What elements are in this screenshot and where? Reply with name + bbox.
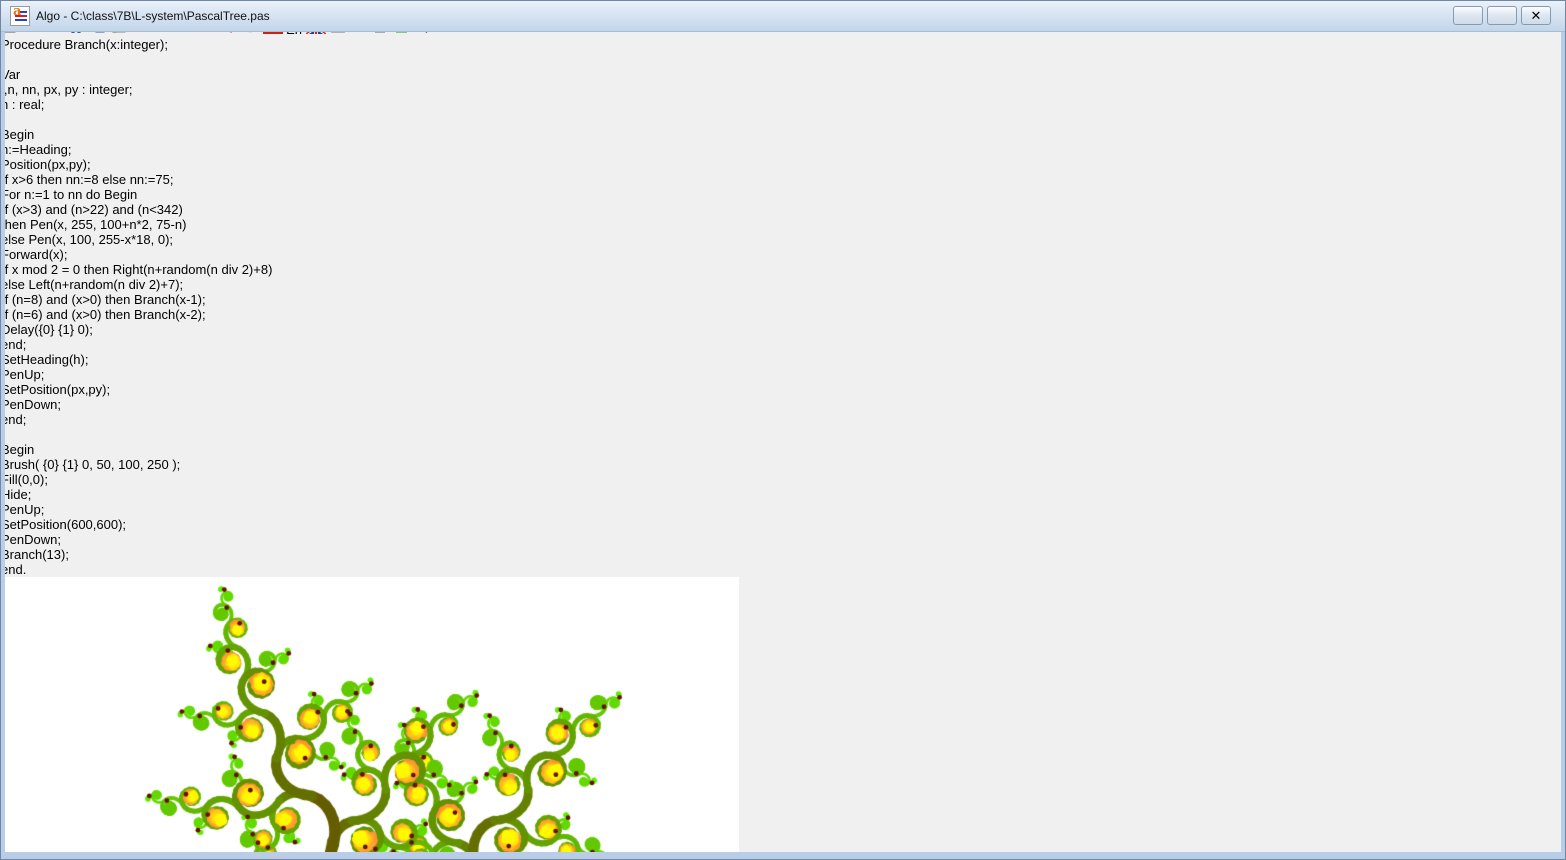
- code-line: If (x>3) and (n>22) and (n<342): [1, 202, 1565, 217]
- minimize-button[interactable]: [1453, 6, 1483, 25]
- app-window: a Algo - C:\class\7B\L-system\PascalTree…: [0, 0, 1566, 860]
- code-line: h : real;: [1, 97, 1565, 112]
- code-line: end.: [1, 562, 1565, 577]
- code-line: Position(px,py);: [1, 157, 1565, 172]
- code-line: else Left(n+random(n div 2)+7);: [1, 277, 1565, 292]
- code-line: PenDown;: [1, 532, 1565, 547]
- window-frame: [1, 31, 5, 859]
- close-button[interactable]: ✕: [1521, 6, 1551, 25]
- window-title: Algo - C:\class\7B\L-system\PascalTree.p…: [36, 9, 270, 23]
- code-line: SetPosition(px,py);: [1, 382, 1565, 397]
- code-editor-pane: Procedure Branch(x:integer); Var i,n, nn…: [1, 37, 1565, 577]
- code-line: PenUp;: [1, 502, 1565, 517]
- code-line: SetHeading(h);: [1, 352, 1565, 367]
- code-line: Var: [1, 67, 1565, 82]
- code-line: h:=Heading;: [1, 142, 1565, 157]
- maximize-button[interactable]: [1487, 6, 1517, 25]
- code-line: PenDown;: [1, 397, 1565, 412]
- code-line: If x mod 2 = 0 then Right(n+random(n div…: [1, 262, 1565, 277]
- code-line: Delay({0} {1} 0);: [1, 322, 1565, 337]
- graphics-viewport: [1, 577, 1565, 860]
- graphics-output-pane: [1, 577, 1565, 860]
- graphics-canvas: [1, 577, 739, 860]
- code-line: If x>6 then nn:=8 else nn:=75;: [1, 172, 1565, 187]
- code-line: Hide;: [1, 487, 1565, 502]
- code-line: If (n=8) and (x>0) then Branch(x-1);: [1, 292, 1565, 307]
- code-line: Begin: [1, 127, 1565, 142]
- code-line: SetPosition(600,600);: [1, 517, 1565, 532]
- code-line: If (n=6) and (x>0) then Branch(x-2);: [1, 307, 1565, 322]
- code-line: else Pen(x, 100, 255-x*18, 0);: [1, 232, 1565, 247]
- code-line: [1, 427, 1565, 442]
- code-line: then Pen(x, 255, 100+n*2, 75-n): [1, 217, 1565, 232]
- code-line: Branch(13);: [1, 547, 1565, 562]
- code-line: end;: [1, 412, 1565, 427]
- code-line: Forward(x);: [1, 247, 1565, 262]
- code-line: [1, 112, 1565, 127]
- code-line: Begin: [1, 442, 1565, 457]
- code-line: Procedure Branch(x:integer);: [1, 37, 1565, 52]
- title-bar: a Algo - C:\class\7B\L-system\PascalTree…: [1, 1, 1565, 32]
- code-line: For n:=1 to nn do Begin: [1, 187, 1565, 202]
- code-line: end;: [1, 337, 1565, 352]
- window-frame: [1, 852, 1565, 859]
- code-line: Fill(0,0);: [1, 472, 1565, 487]
- code-area[interactable]: Procedure Branch(x:integer); Var i,n, nn…: [1, 37, 1565, 577]
- app-icon: a: [10, 6, 30, 26]
- code-line: i,n, nn, px, py : integer;: [1, 82, 1565, 97]
- code-line: [1, 52, 1565, 67]
- code-line: PenUp;: [1, 367, 1565, 382]
- code-line: Brush( {0} {1} 0, 50, 100, 250 );: [1, 457, 1565, 472]
- window-frame: [1561, 31, 1565, 859]
